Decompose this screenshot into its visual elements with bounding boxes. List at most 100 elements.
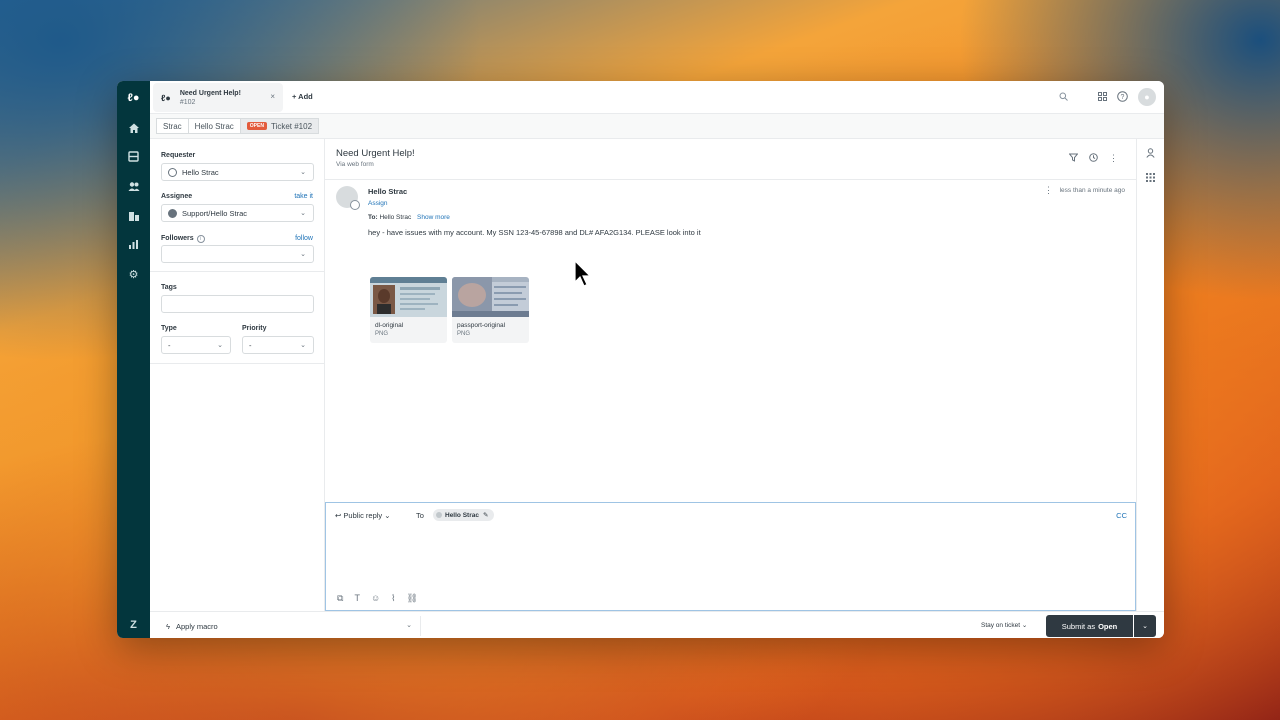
- chevron-down-icon: ⌄: [384, 511, 391, 520]
- assignee-select[interactable]: Support/Hello Strac ⌄: [161, 204, 314, 222]
- lightning-icon: ϟ: [166, 621, 170, 631]
- mouse-cursor-icon: [574, 260, 592, 287]
- reply-type-select[interactable]: ↩ Public reply ⌄: [335, 511, 391, 520]
- ticket-tab[interactable]: ℓ● Need Urgent Help! #102 ×: [153, 83, 283, 112]
- type-select[interactable]: - ⌄: [161, 336, 231, 354]
- customer-context-icon[interactable]: [1146, 148, 1155, 160]
- user-avatar[interactable]: ●: [1138, 88, 1156, 106]
- attachment-card[interactable]: passport-original PNG: [452, 277, 529, 343]
- person-icon: [168, 167, 177, 177]
- followers-label: Followers i: [161, 235, 205, 243]
- priority-value: -: [249, 340, 252, 350]
- edit-pencil-icon[interactable]: ✎: [483, 511, 488, 519]
- composer-toolbar: ⧉ T ☺ ⌇ ⛓: [337, 593, 418, 604]
- tab-number: #102: [179, 98, 196, 106]
- requester-label: Requester: [161, 152, 196, 159]
- ticket-channel: Via web form: [336, 161, 374, 168]
- take-it-link[interactable]: take it: [294, 193, 313, 200]
- message-body: hey - have issues with my account. My SS…: [368, 228, 701, 237]
- zendesk-logo-icon[interactable]: ℓ●: [126, 90, 141, 105]
- top-right-tools: ? ●: [1059, 88, 1156, 106]
- assignee-label: Assignee: [161, 193, 193, 200]
- context-panel-rail: [1136, 139, 1164, 611]
- tags-input[interactable]: [161, 295, 314, 313]
- followers-label-text: Followers: [161, 235, 194, 242]
- chevron-down-icon: ⌄: [300, 210, 306, 217]
- attachment-name: dl-original: [375, 322, 404, 329]
- apps-grid-icon[interactable]: [1098, 91, 1107, 103]
- breadcrumb-requester[interactable]: Hello Strac: [187, 118, 241, 134]
- add-tab-button[interactable]: + Add: [292, 92, 313, 101]
- organizations-icon[interactable]: [126, 208, 141, 223]
- reporting-icon[interactable]: [126, 237, 141, 252]
- chevron-down-icon: ⌄: [217, 342, 223, 349]
- app-window: ℓ● ⚙ Z ℓ● Need Urgent Help! #102 × + Add: [117, 81, 1164, 638]
- cc-link[interactable]: CC: [1116, 511, 1127, 520]
- priority-select[interactable]: - ⌄: [242, 336, 314, 354]
- customers-icon[interactable]: [126, 179, 141, 194]
- recipient-chip[interactable]: Hello Strac ✎: [433, 509, 495, 521]
- type-label: Type: [161, 325, 177, 332]
- apply-macro-select[interactable]: ϟ Apply macro ⌄: [156, 616, 421, 636]
- history-icon[interactable]: [1089, 153, 1098, 164]
- text-format-icon[interactable]: T: [354, 593, 360, 604]
- top-bar: ℓ● Need Urgent Help! #102 × + Add ? ●: [150, 81, 1164, 114]
- home-icon[interactable]: [126, 120, 141, 135]
- breadcrumb-ticket[interactable]: OPEN Ticket #102: [239, 118, 320, 134]
- tab-title: Need Urgent Help!: [179, 89, 241, 97]
- admin-gear-icon[interactable]: ⚙: [126, 267, 141, 282]
- more-options-icon[interactable]: ⋮: [1109, 153, 1118, 164]
- chevron-down-icon: ⌄: [1021, 622, 1028, 629]
- requester-select[interactable]: Hello Strac ⌄: [161, 163, 314, 181]
- show-more-link[interactable]: Show more: [417, 214, 450, 221]
- link-icon[interactable]: ⛓: [407, 593, 418, 604]
- breadcrumb-org[interactable]: Strac: [156, 118, 189, 134]
- ticket-tab-logo-icon: ℓ●: [161, 92, 171, 103]
- recipient-name: Hello Strac: [445, 511, 479, 519]
- zendesk-z-icon[interactable]: Z: [126, 617, 141, 632]
- type-value: -: [168, 340, 171, 350]
- ticket-properties-panel: Requester Hello Strac ⌄ Assignee take it…: [150, 139, 325, 611]
- conversation-header-tools: ⋮: [1068, 153, 1118, 164]
- submit-options-chevron-icon[interactable]: ⌄: [1134, 615, 1156, 637]
- chevron-down-icon: ⌄: [300, 169, 306, 176]
- to-prefix: To:: [368, 214, 378, 221]
- assign-link[interactable]: Assign: [368, 200, 388, 207]
- reply-arrow-icon: ↩: [335, 511, 342, 520]
- breadcrumb-ticket-label: Ticket #102: [270, 121, 313, 131]
- attach-icon[interactable]: ⌇: [391, 593, 395, 604]
- reply-composer[interactable]: ↩ Public reply ⌄ To Hello Strac ✎ CC ⧉ T…: [325, 502, 1136, 611]
- end-user-badge-icon: [350, 200, 360, 210]
- tab-close-icon[interactable]: ×: [270, 92, 275, 101]
- apps-icon[interactable]: [1146, 173, 1155, 184]
- attachment-type: PNG: [375, 331, 389, 337]
- insert-article-icon[interactable]: ⧉: [337, 593, 343, 604]
- ticket-title: Need Urgent Help!: [336, 148, 415, 159]
- breadcrumb: Strac Hello Strac OPEN Ticket #102: [150, 114, 1164, 139]
- message-more-icon[interactable]: ⋮: [1044, 185, 1053, 196]
- help-icon[interactable]: ?: [1117, 90, 1128, 104]
- product-nav-rail: ℓ● ⚙ Z: [117, 81, 150, 638]
- message-author[interactable]: Hello Strac: [368, 187, 407, 196]
- submit-prefix: Submit as: [1061, 621, 1096, 631]
- filter-icon[interactable]: [1068, 153, 1079, 164]
- info-icon[interactable]: i: [196, 235, 205, 243]
- priority-label: Priority: [242, 325, 267, 332]
- stay-on-ticket-label: Stay on ticket: [981, 622, 1021, 629]
- to-name: Hello Strac: [379, 214, 412, 221]
- stay-on-ticket-select[interactable]: Stay on ticket ⌄: [981, 621, 1027, 629]
- passport-thumbnail: [452, 277, 529, 317]
- divider: [150, 271, 324, 272]
- reply-to-label: To: [416, 511, 424, 520]
- group-icon: [168, 208, 177, 218]
- emoji-icon[interactable]: ☺: [371, 593, 380, 604]
- divider: [150, 363, 324, 364]
- attachment-card[interactable]: dl-original PNG: [370, 277, 447, 343]
- search-icon[interactable]: [1059, 92, 1068, 103]
- reply-type-label: Public reply: [343, 511, 383, 520]
- submit-button[interactable]: Submit as Open: [1046, 615, 1133, 637]
- followers-select[interactable]: ⌄: [161, 245, 314, 263]
- views-icon[interactable]: [126, 149, 141, 164]
- follow-link[interactable]: follow: [295, 235, 313, 242]
- drivers-license-thumbnail: [370, 277, 447, 317]
